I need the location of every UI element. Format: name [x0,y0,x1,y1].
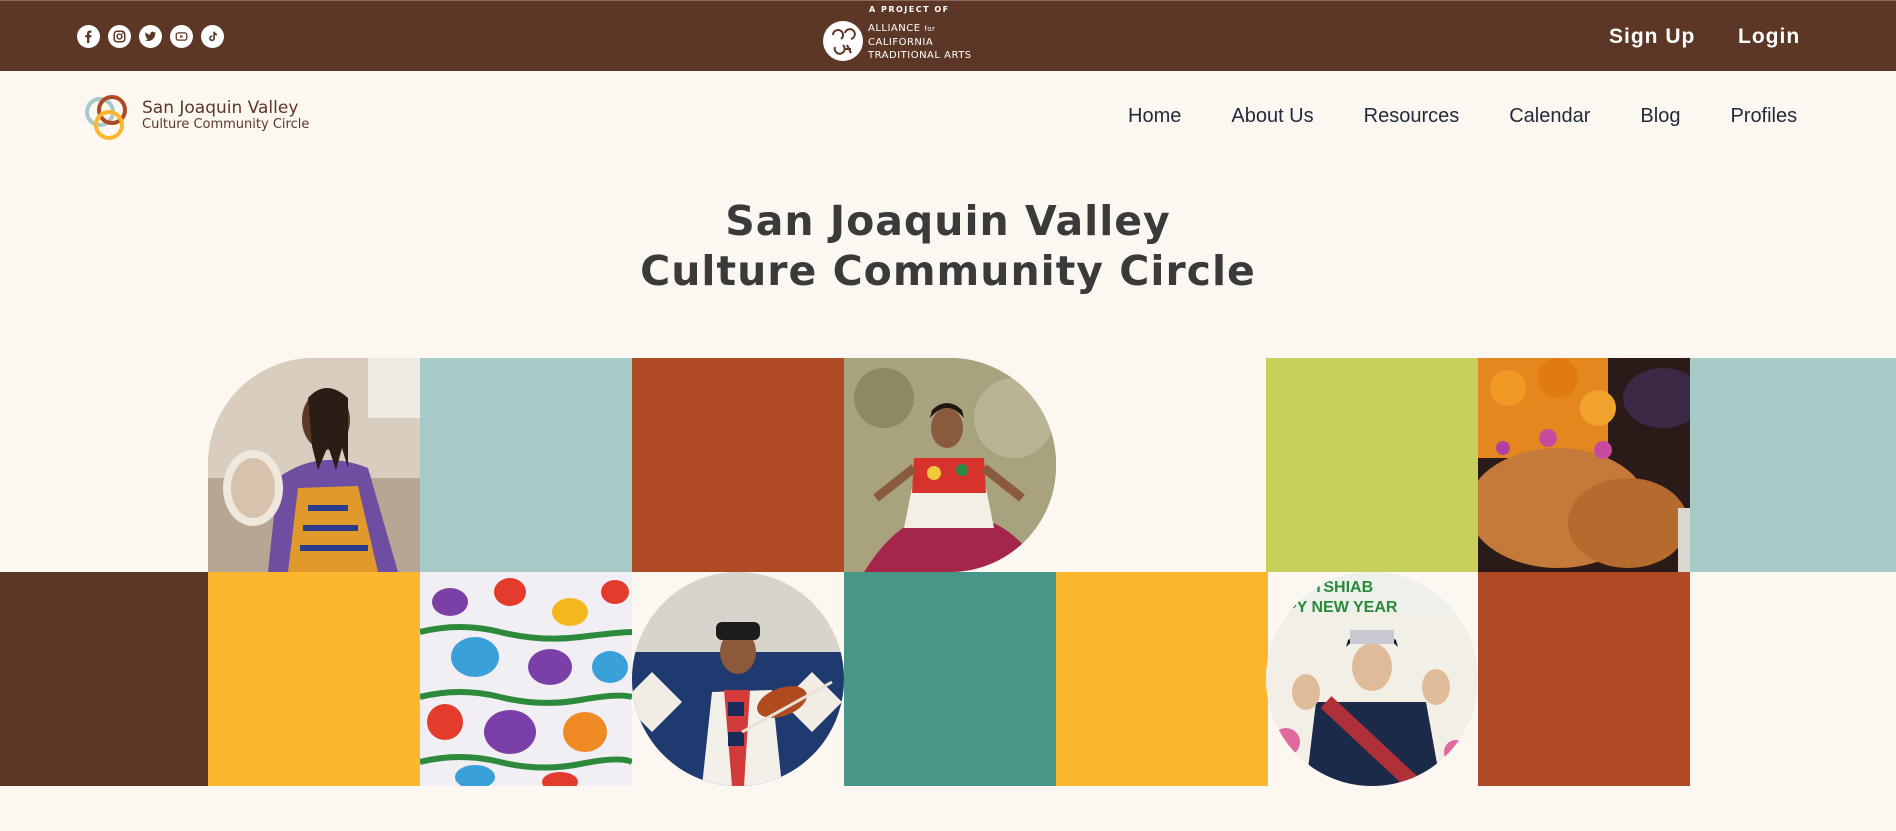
color-tile-rust [632,358,844,572]
photo-musician-shaker [208,358,420,572]
color-tile-lime [1266,358,1478,572]
nav-blog[interactable]: Blog [1640,105,1680,128]
color-tile-brown [0,572,208,786]
brand-line1: San Joaquin Valley [142,98,299,118]
nav-calendar[interactable]: Calendar [1509,105,1590,128]
nav-about-us[interactable]: About Us [1231,105,1313,128]
main-nav: Home About Us Resources Calendar Blog Pr… [1128,105,1797,128]
social-links [77,25,224,48]
photo-violinist [632,572,844,786]
photo-hmong-new-year: -14 TSHIAB PY NEW YEAR [1266,572,1478,786]
partner-logo[interactable]: A PROJECT OF ALLIANCE for CALIFORNIA TRA… [823,5,1003,67]
photo-folklorico-dancer [844,358,1056,572]
photo-pan-de-muerto [1478,358,1690,572]
color-tile-teal-light-2 [1690,358,1896,572]
page-title: San Joaquin Valley Culture Community Cir… [0,196,1896,296]
alliance-seal-icon [823,21,863,61]
nav-home[interactable]: Home [1128,105,1181,128]
svg-text:-14 TSHIAB: -14 TSHIAB [1286,579,1373,596]
svg-text:PY NEW YEAR: PY NEW YEAR [1286,599,1398,616]
facebook-icon[interactable] [77,25,100,48]
sign-up-link[interactable]: Sign Up [1609,25,1695,49]
partner-line3: TRADITIONAL ARTS [868,50,972,61]
top-bar: A PROJECT OF ALLIANCE for CALIFORNIA TRA… [0,0,1896,71]
brand-line2: Culture Community Circle [142,117,310,132]
color-tile-teal-light [420,358,632,572]
color-tile-gold-2 [1056,572,1268,786]
nav-profiles[interactable]: Profiles [1730,105,1797,128]
title-line2: Culture Community Circle [640,247,1256,295]
site-logo[interactable]: San Joaquin Valley Culture Community Cir… [82,90,322,146]
color-tile-rust-2 [1478,572,1690,786]
twitter-icon[interactable] [139,25,162,48]
tiktok-icon[interactable] [201,25,224,48]
mosaic-grid: -14 TSHIAB PY NEW YEAR [0,358,1896,786]
instagram-icon[interactable] [108,25,131,48]
nav-resources[interactable]: Resources [1364,105,1460,128]
circles-logo-icon [85,95,127,140]
photo-embroidery [420,572,632,786]
partner-line1: ALLIANCE [868,23,921,34]
title-line1: San Joaquin Valley [725,197,1171,245]
partner-line2: CALIFORNIA [868,37,934,48]
color-tile-teal [844,572,1056,786]
color-tile-gold [208,572,420,786]
youtube-icon[interactable] [170,25,193,48]
login-link[interactable]: Login [1738,25,1800,49]
partner-for: for [924,25,936,33]
partner-prefix: A PROJECT OF [869,5,950,14]
